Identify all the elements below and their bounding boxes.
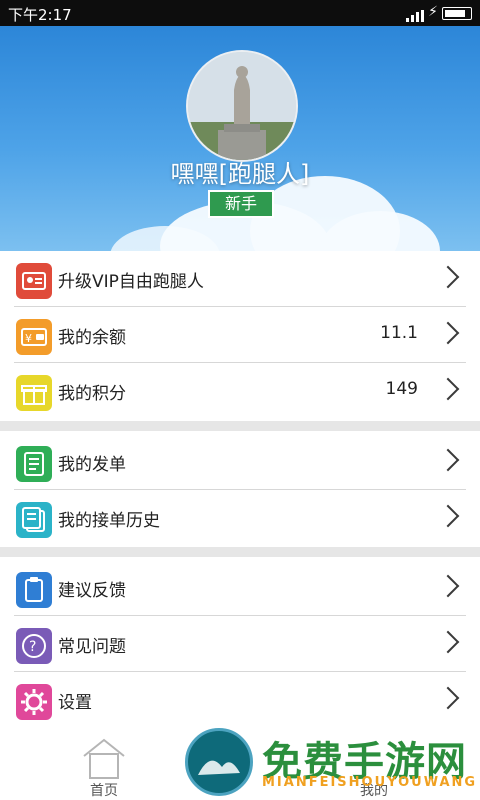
section-gap [0,547,480,557]
menu-item-balance[interactable]: ¥ 我的余额 11.1 [0,307,480,362]
menu-item-label: 升级VIP自由跑腿人 [58,272,204,292]
menu-item-label: 我的余额 [58,328,126,348]
level-badge: 新手 [208,190,274,218]
svg-text:?: ? [29,639,36,655]
menu-item-label: 建议反馈 [58,581,126,601]
chevron-right-icon [436,574,460,598]
chevron-right-icon [436,686,460,710]
chevron-right-icon [436,504,460,528]
chevron-right-icon [436,377,460,401]
watermark-logo-icon [185,728,253,796]
menu-item-accept-history[interactable]: 我的接单历史 [0,490,480,545]
wallet-icon: ¥ [16,319,52,355]
menu-item-settings[interactable]: 设置 [0,672,480,727]
vip-card-icon [16,263,52,299]
menu-item-my-orders[interactable]: 我的发单 [0,434,480,489]
section-gap [0,421,480,431]
history-notebook-icon [16,502,52,538]
home-tab-label[interactable]: 首页 [84,780,124,800]
menu-item-upgrade-vip[interactable]: 升级VIP自由跑腿人 [0,251,480,306]
menu-item-faq[interactable]: ? 常见问题 [0,616,480,671]
charging-icon: ⚡ [428,4,438,20]
status-time: 下午2:17 [8,6,72,24]
profile-header: 嘿嘿[跑腿人] 新手 [0,26,480,251]
status-bar: 下午2:17 ⚡ [0,0,480,26]
battery-icon [442,7,472,20]
chevron-right-icon [436,448,460,472]
points-value: 149 [385,379,418,399]
menu-item-feedback[interactable]: 建议反馈 [0,560,480,615]
username: 嘿嘿[跑腿人] [170,160,310,188]
home-tab-icon[interactable] [78,734,130,786]
menu-item-label: 我的接单历史 [58,511,160,531]
menu-item-label: 设置 [58,693,92,713]
gift-icon [16,375,52,411]
gear-icon [16,684,52,720]
chevron-right-icon [436,321,460,345]
menu-item-label: 常见问题 [58,637,126,657]
menu-item-points[interactable]: 我的积分 149 [0,363,480,418]
clipboard-icon [16,572,52,608]
watermark-subtitle: MIANFEISHOUYOUWANG [262,775,478,790]
avatar[interactable] [186,50,298,162]
svg-text:¥: ¥ [25,332,32,345]
menu-item-label: 我的发单 [58,455,126,475]
chevron-right-icon [436,265,460,289]
menu-item-label: 我的积分 [58,384,126,404]
notebook-icon [16,446,52,482]
signal-icon [406,8,424,26]
question-icon: ? [16,628,52,664]
balance-value: 11.1 [380,323,418,343]
chevron-right-icon [436,630,460,654]
